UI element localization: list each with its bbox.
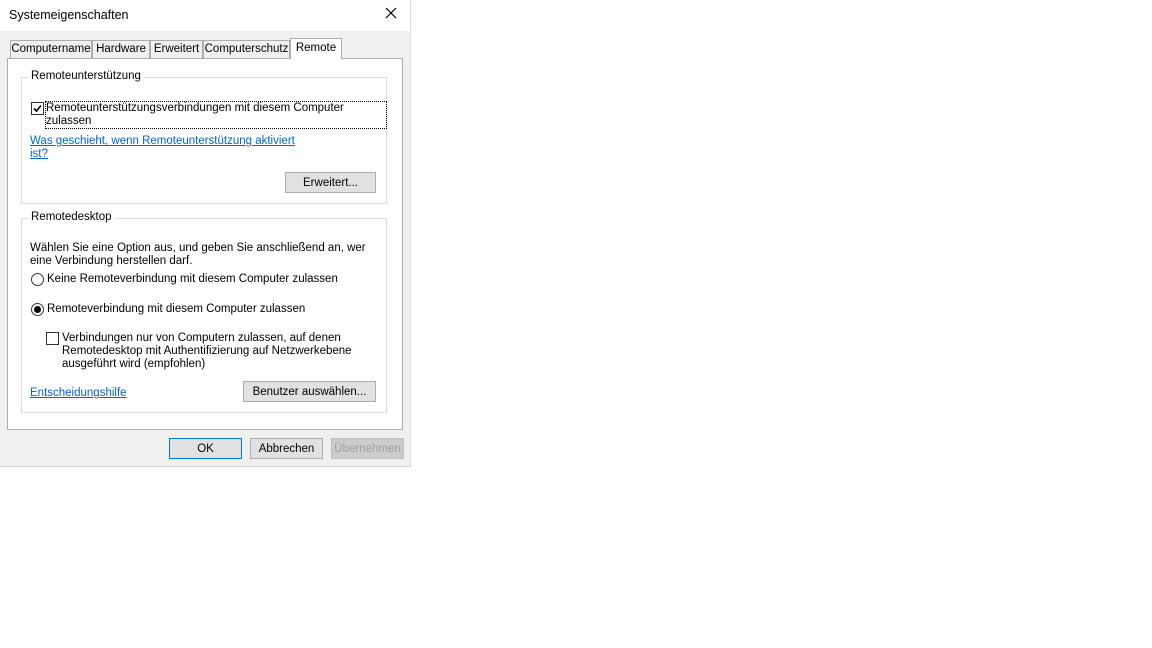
title-bar[interactable]: Systemeigenschaften — [0, 0, 410, 31]
remote-desktop-description-line1: Wählen Sie eine Option aus, und geben Si… — [30, 242, 366, 254]
checkmark-icon — [33, 104, 42, 113]
tab-remote[interactable]: Remote — [290, 38, 342, 59]
system-properties-dialog: Systemeigenschaften Computername Hardwar… — [0, 0, 411, 467]
remote-assistance-info-link-line2[interactable]: ist? — [30, 148, 48, 161]
radio-allow-remote[interactable] — [31, 303, 44, 316]
remote-assistance-info-link-line1[interactable]: Was geschieht, wenn Remoteunterstützung … — [30, 135, 295, 148]
apply-button[interactable]: Übernehmen — [331, 438, 404, 459]
nla-checkbox[interactable] — [46, 332, 59, 345]
tab-computerschutz[interactable]: Computerschutz — [203, 40, 290, 58]
select-users-button[interactable]: Benutzer auswählen... — [243, 381, 376, 402]
window-title: Systemeigenschaften — [9, 8, 129, 22]
radio-selected-dot — [34, 306, 41, 313]
remote-assistance-group: Remoteunterstützung Remoteunterstützungs… — [21, 70, 387, 204]
nla-label-line2[interactable]: Remotedesktop mit Authentifizierung auf … — [62, 345, 352, 358]
radio-no-remote-label[interactable]: Keine Remoteverbindung mit diesem Comput… — [47, 273, 338, 286]
tab-erweitert[interactable]: Erweitert — [150, 40, 203, 58]
advanced-button[interactable]: Erweitert... — [285, 172, 376, 193]
cancel-button[interactable]: Abbrechen — [250, 438, 323, 459]
remote-assistance-checkbox[interactable] — [31, 102, 44, 115]
radio-allow-remote-label[interactable]: Remoteverbindung mit diesem Computer zul… — [47, 303, 305, 316]
tab-computername[interactable]: Computername — [10, 40, 92, 58]
radio-no-remote[interactable] — [31, 273, 44, 286]
remote-tab-panel: Remoteunterstützung Remoteunterstützungs… — [7, 58, 403, 430]
remote-assistance-legend: Remoteunterstützung — [28, 70, 144, 82]
tab-hardware[interactable]: Hardware — [92, 40, 150, 58]
remote-desktop-legend: Remotedesktop — [28, 211, 115, 223]
remote-assistance-checkbox-label[interactable]: Remoteunterstützungsverbindungen mit die… — [45, 101, 387, 129]
close-button[interactable] — [378, 2, 404, 24]
nla-label-line3[interactable]: ausgeführt wird (empfohlen) — [62, 358, 205, 371]
remote-desktop-description-line2: eine Verbindung herstellen darf. — [30, 255, 193, 267]
nla-label-line1[interactable]: Verbindungen nur von Computern zulassen,… — [62, 332, 341, 345]
close-icon — [385, 7, 397, 19]
ok-button[interactable]: OK — [169, 438, 242, 459]
remote-desktop-group: Remotedesktop Wählen Sie eine Option aus… — [21, 211, 387, 413]
decision-help-link[interactable]: Entscheidungshilfe — [30, 387, 127, 400]
